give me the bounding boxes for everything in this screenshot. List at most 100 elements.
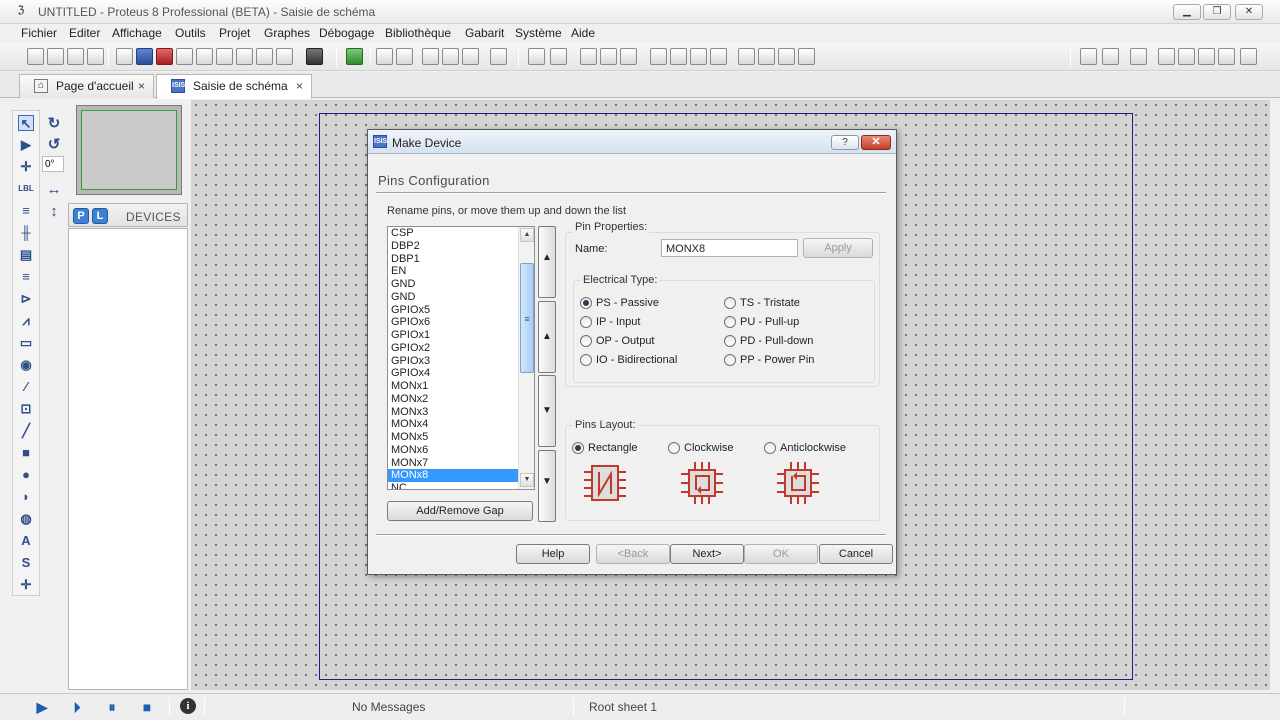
move-to-top-button[interactable]: ▲ bbox=[538, 226, 556, 298]
next-button[interactable]: Next> bbox=[670, 544, 744, 564]
stop-icon[interactable]: ■ bbox=[139, 699, 155, 715]
radio-passive[interactable]: PS - Passive bbox=[580, 297, 659, 309]
zoom-out-icon[interactable] bbox=[1198, 48, 1215, 65]
open-icon[interactable] bbox=[47, 48, 64, 65]
pin-list-item[interactable]: MONx8 bbox=[388, 469, 518, 482]
pick-device-icon[interactable] bbox=[738, 48, 755, 65]
maximize-button[interactable]: ❐ bbox=[1203, 4, 1231, 20]
text-icon[interactable]: A bbox=[18, 533, 34, 549]
close-tab-icon[interactable]: × bbox=[138, 79, 145, 93]
anticlockwise-layout-icon[interactable] bbox=[775, 460, 821, 506]
mirror-horizontal-icon[interactable]: ↔ bbox=[44, 181, 64, 199]
clockwise-layout-icon[interactable] bbox=[679, 460, 725, 506]
line-icon[interactable]: ╱ bbox=[18, 423, 34, 439]
zoom-in-icon[interactable] bbox=[1178, 48, 1195, 65]
generator-icon[interactable]: ◉ bbox=[18, 357, 34, 373]
terminals-icon[interactable]: ≡ bbox=[18, 269, 34, 285]
play-icon[interactable]: ▶ bbox=[34, 699, 50, 715]
minimize-button[interactable]: ▁ bbox=[1173, 4, 1201, 20]
pin-list-item[interactable]: NC bbox=[388, 482, 518, 489]
marker-icon[interactable]: ✛ bbox=[18, 577, 34, 593]
scroll-down-icon[interactable]: ▼ bbox=[520, 473, 534, 487]
ok-button[interactable]: OK bbox=[744, 544, 818, 564]
path-icon[interactable]: ◍ bbox=[18, 511, 34, 527]
messages-status[interactable]: No Messages bbox=[352, 700, 425, 714]
overview-window[interactable] bbox=[76, 105, 182, 195]
pin-list-item[interactable]: MONx6 bbox=[388, 444, 518, 457]
radio-clockwise[interactable]: Clockwise bbox=[668, 442, 734, 454]
pin-list-item[interactable]: GPIOx6 bbox=[388, 316, 518, 329]
menu-affichage[interactable]: Affichage bbox=[112, 26, 162, 40]
pin-list-item[interactable]: GPIOx1 bbox=[388, 329, 518, 342]
scroll-up-icon[interactable]: ▲ bbox=[520, 228, 534, 242]
redo-icon[interactable] bbox=[550, 48, 567, 65]
pause-icon[interactable]: ⏸ bbox=[104, 699, 120, 715]
save-all-icon[interactable] bbox=[87, 48, 104, 65]
grid-icon[interactable] bbox=[1102, 48, 1119, 65]
move-down-button[interactable]: ▼ bbox=[538, 375, 556, 447]
schematic-icon[interactable] bbox=[136, 48, 153, 65]
radio-anticlockwise[interactable]: Anticlockwise bbox=[764, 442, 846, 454]
origin-icon[interactable] bbox=[1130, 48, 1147, 65]
info-icon[interactable]: i bbox=[180, 698, 196, 714]
decompose-icon[interactable] bbox=[798, 48, 815, 65]
menu-systeme[interactable]: Système bbox=[515, 26, 562, 40]
goto-parent-icon[interactable] bbox=[462, 48, 479, 65]
pin-list-item[interactable]: GPIOx5 bbox=[388, 304, 518, 317]
pin-list-item[interactable]: GPIOx2 bbox=[388, 342, 518, 355]
cancel-button[interactable]: Cancel bbox=[819, 544, 893, 564]
new-icon[interactable] bbox=[27, 48, 44, 65]
voltage-probe-icon[interactable]: ⁄ bbox=[18, 379, 34, 395]
packaging-tool-icon[interactable] bbox=[778, 48, 795, 65]
circle-icon[interactable]: ● bbox=[18, 467, 34, 483]
radio-tristate[interactable]: TS - Tristate bbox=[724, 297, 800, 309]
pin-list-item[interactable]: DBP2 bbox=[388, 240, 518, 253]
graph-mode-icon[interactable]: ⩘ bbox=[18, 313, 34, 329]
move-up-button[interactable]: ▲ bbox=[538, 301, 556, 373]
pin-list-item[interactable]: GPIOx3 bbox=[388, 355, 518, 368]
block-rotate-icon[interactable] bbox=[690, 48, 707, 65]
add-sheet-icon[interactable] bbox=[422, 48, 439, 65]
buses-icon[interactable]: ╫ bbox=[18, 225, 34, 241]
zoom-all-icon[interactable] bbox=[1218, 48, 1235, 65]
radio-power-pin[interactable]: PP - Power Pin bbox=[724, 354, 814, 366]
pin-list-item[interactable]: CSP bbox=[388, 227, 518, 240]
virtual-instruments-icon[interactable]: ⊡ bbox=[18, 401, 34, 417]
pin-list-item[interactable]: MONx4 bbox=[388, 418, 518, 431]
devices-list[interactable] bbox=[68, 228, 188, 690]
rectangle-layout-icon[interactable] bbox=[582, 460, 628, 506]
pin-list-item[interactable]: MONx5 bbox=[388, 431, 518, 444]
tools-icon[interactable] bbox=[396, 48, 413, 65]
selection-mode-icon[interactable]: ↖ bbox=[18, 115, 34, 131]
menu-bibliotheque[interactable]: Bibliothèque bbox=[385, 26, 451, 40]
pin-list[interactable]: CSP DBP2 DBP1 EN GND GND GPIOx5 GPIOx6 GPIOx1 GPI… bbox=[387, 226, 535, 490]
refresh-icon[interactable] bbox=[346, 48, 363, 65]
pin-list-item[interactable]: DBP1 bbox=[388, 253, 518, 266]
menu-gabarit[interactable]: Gabarit bbox=[465, 26, 504, 40]
block-copy-icon[interactable] bbox=[650, 48, 667, 65]
library-manager-button[interactable]: L bbox=[92, 208, 108, 224]
menu-fichier[interactable]: Fichier bbox=[21, 26, 57, 40]
radio-input[interactable]: IP - Input bbox=[580, 316, 640, 328]
box-icon[interactable]: ■ bbox=[18, 445, 34, 461]
help-button[interactable]: Help bbox=[516, 544, 590, 564]
redraw-icon[interactable] bbox=[1080, 48, 1097, 65]
close-tab-icon[interactable]: × bbox=[296, 79, 303, 93]
move-to-bottom-button[interactable]: ▼ bbox=[538, 450, 556, 522]
pin-list-item[interactable]: GND bbox=[388, 291, 518, 304]
symbol-icon[interactable]: S bbox=[18, 555, 34, 571]
find-icon[interactable] bbox=[376, 48, 393, 65]
bom-icon[interactable] bbox=[216, 48, 233, 65]
bill-icon[interactable] bbox=[256, 48, 273, 65]
device-pins-icon[interactable]: ⊳ bbox=[18, 291, 34, 307]
dialog-help-button[interactable]: ? bbox=[831, 135, 859, 150]
radio-pull-up[interactable]: PU - Pull-up bbox=[724, 316, 799, 328]
menu-debogage[interactable]: Débogage bbox=[319, 26, 374, 40]
junction-dot-icon[interactable]: ✛ bbox=[18, 159, 34, 175]
netlist-icon[interactable] bbox=[490, 48, 507, 65]
menu-editer[interactable]: Editer bbox=[69, 26, 100, 40]
gerber-icon[interactable] bbox=[176, 48, 193, 65]
tab-schematic-capture[interactable]: ISIS Saisie de schéma × bbox=[156, 74, 312, 99]
block-delete-icon[interactable] bbox=[710, 48, 727, 65]
help-icon[interactable] bbox=[306, 48, 323, 65]
